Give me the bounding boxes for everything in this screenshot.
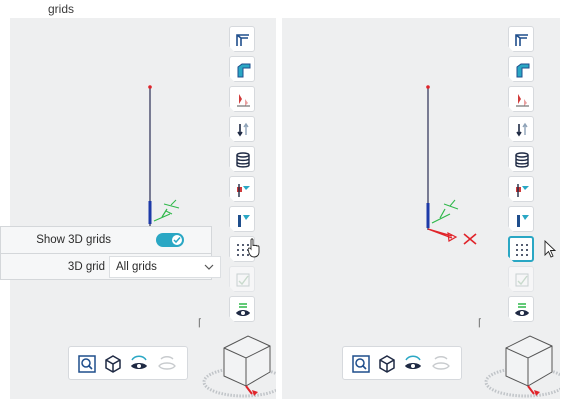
load-case-icon [516, 94, 529, 107]
support-icon [237, 122, 249, 137]
profile-icon [516, 63, 530, 78]
eye-disabled-icon[interactable] [431, 354, 451, 374]
3d-grid-dropdown-value: All grids [116, 261, 157, 273]
database-icon [236, 152, 250, 168]
zoom-fit-icon[interactable] [77, 354, 97, 374]
arrow-cursor-icon [544, 240, 557, 258]
left-view-cube[interactable] [202, 330, 276, 399]
hand-cursor-icon [248, 238, 260, 258]
support-button[interactable] [229, 116, 255, 142]
right-3d-viewport[interactable]: ⌈ [282, 18, 560, 399]
database-button[interactable] [229, 146, 255, 172]
3d-grid-icon [516, 244, 528, 256]
window-header: grids [0, 0, 565, 20]
frame-icon [515, 34, 528, 46]
left-view-toolbar [68, 346, 188, 380]
check-mark-icon [173, 237, 181, 244]
visibility-button[interactable] [229, 296, 255, 322]
3d-grid-button-active[interactable] [508, 236, 534, 262]
load-case-icon [237, 94, 250, 107]
connection-button[interactable] [508, 176, 534, 202]
cube-view-icon[interactable] [377, 354, 397, 374]
member-icon [238, 215, 250, 227]
eye-rotate-icon[interactable] [403, 354, 423, 374]
member-icon [517, 215, 529, 227]
visibility-button[interactable] [508, 296, 534, 322]
support-icon [516, 122, 528, 137]
frame-button[interactable] [508, 26, 534, 52]
connection-button[interactable] [229, 176, 255, 202]
profile-icon [237, 63, 251, 78]
show-3d-grids-row: Show 3D grids [1, 227, 211, 253]
3d-grid-row: 3D grid All grids [1, 254, 221, 280]
load-case-button[interactable] [508, 86, 534, 112]
visibility-icon [515, 303, 529, 316]
chevron-down-icon [204, 264, 214, 270]
database-icon [515, 152, 529, 168]
load-case-button[interactable] [229, 86, 255, 112]
cube-view-icon[interactable] [103, 354, 123, 374]
check-button[interactable] [508, 266, 534, 292]
frame-button[interactable] [229, 26, 255, 52]
profile-button[interactable] [229, 56, 255, 82]
right-view-cube[interactable] [482, 330, 560, 399]
show-3d-grids-toggle[interactable] [156, 233, 184, 247]
eye-rotate-icon[interactable] [129, 354, 149, 374]
connection-icon [237, 184, 250, 197]
3d-grid-dropdown[interactable]: All grids [109, 256, 221, 278]
header-text: grids [48, 2, 75, 16]
member-button[interactable] [229, 206, 255, 232]
database-button[interactable] [508, 146, 534, 172]
profile-button[interactable] [508, 56, 534, 82]
3d-grid-label: 3D grid [67, 261, 105, 273]
frame-icon [236, 34, 249, 46]
check-icon [515, 273, 529, 287]
member-button[interactable] [508, 206, 534, 232]
3d-grid-settings-panel: Show 3D grids 3D grid All grids [0, 226, 221, 280]
visibility-icon [236, 303, 250, 316]
check-button[interactable] [229, 266, 255, 292]
svg-text:⌈: ⌈ [478, 318, 482, 329]
support-button[interactable] [508, 116, 534, 142]
left-3d-viewport[interactable]: ⌈ [10, 18, 276, 399]
right-view-toolbar [342, 346, 462, 380]
zoom-fit-icon[interactable] [351, 354, 371, 374]
check-icon [236, 273, 250, 287]
svg-text:⌈: ⌈ [198, 318, 202, 329]
connection-icon [516, 184, 529, 197]
eye-disabled-icon[interactable] [157, 354, 177, 374]
show-3d-grids-label: Show 3D grids [36, 234, 111, 246]
